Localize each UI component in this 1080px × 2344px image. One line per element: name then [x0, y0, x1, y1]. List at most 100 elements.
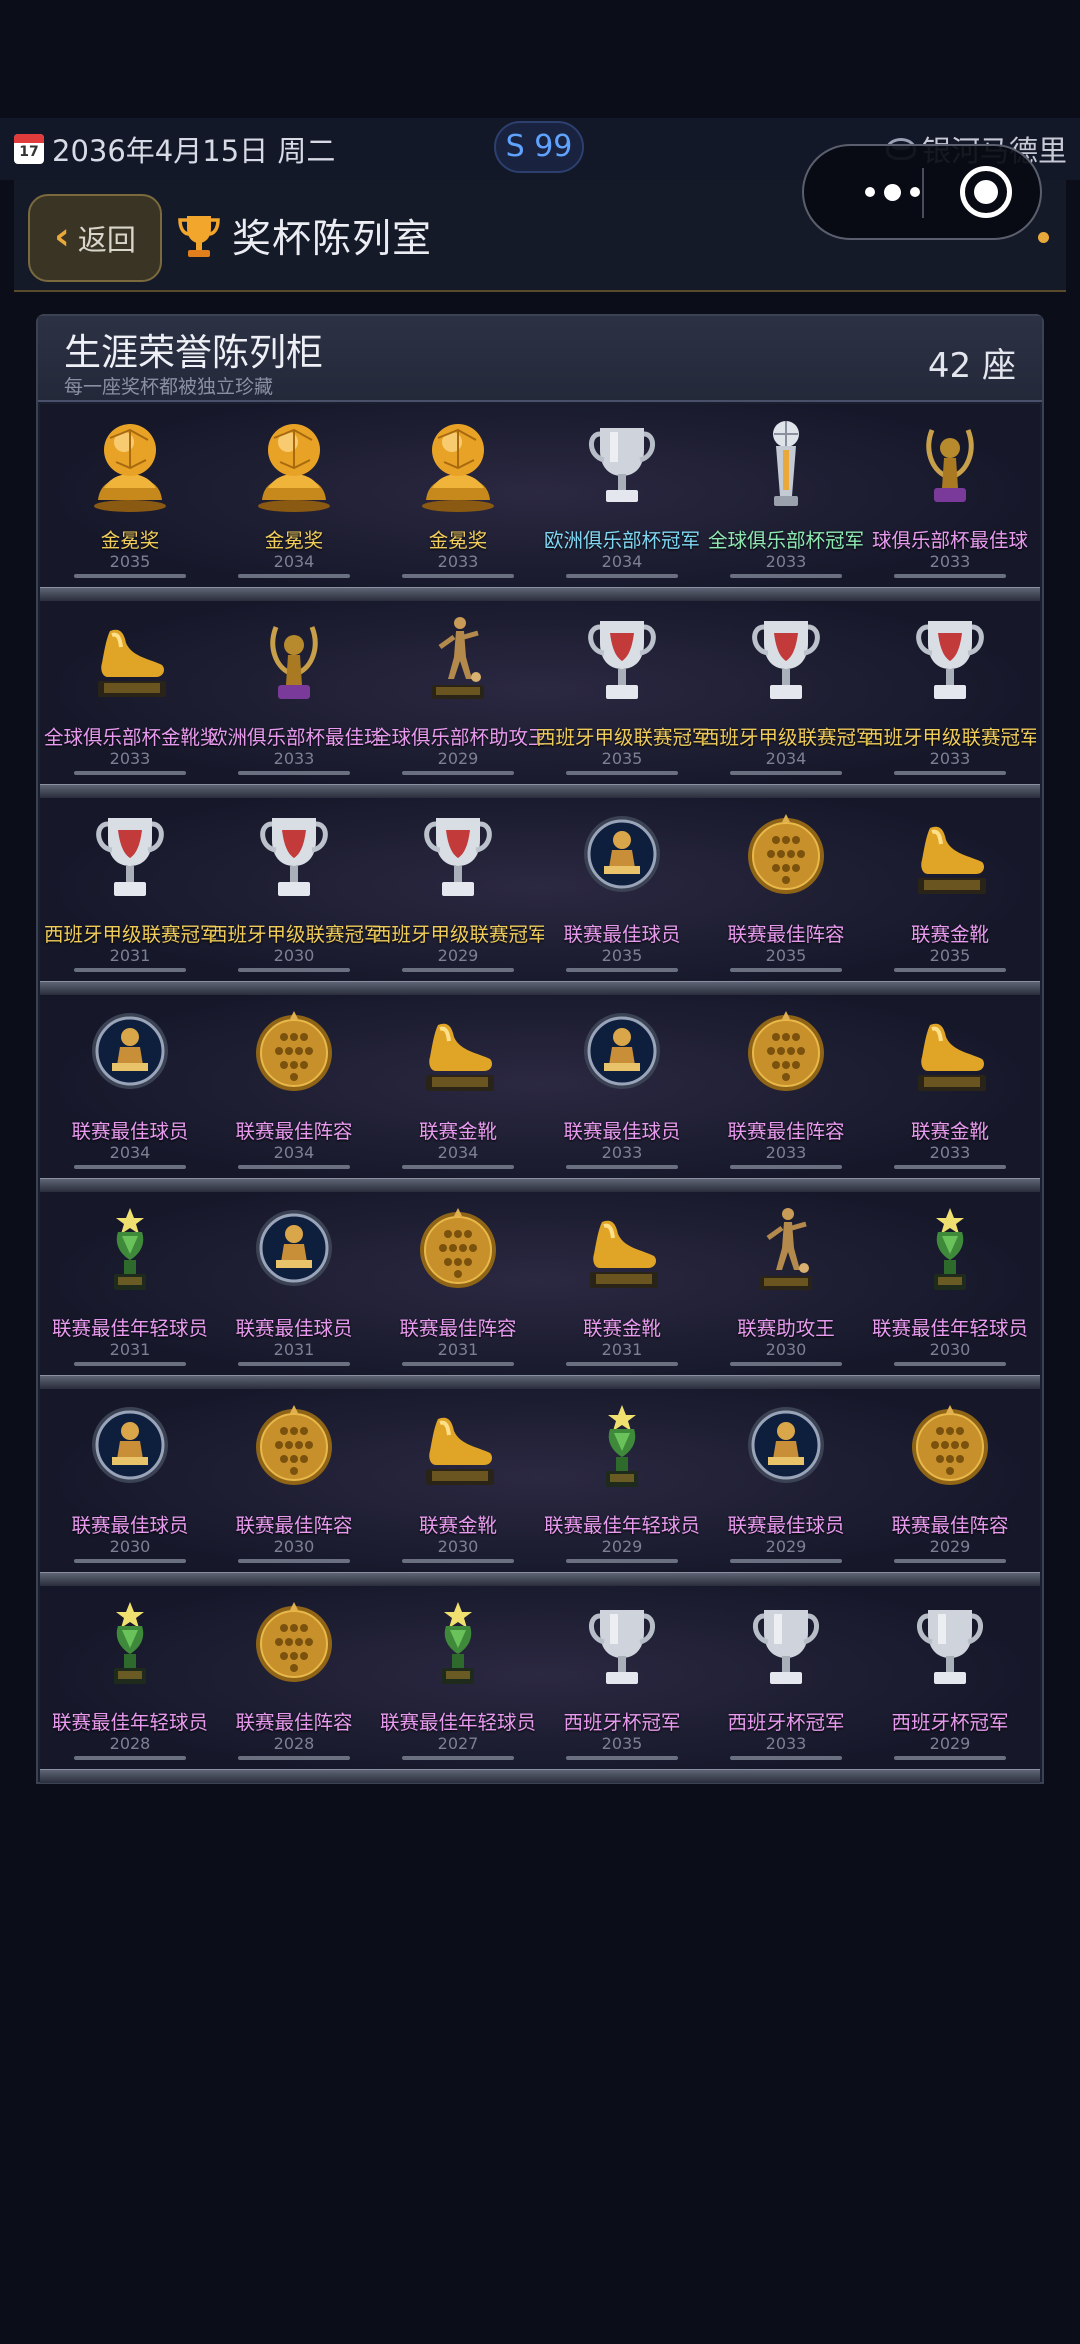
trophy-year: 2034 [273, 1143, 315, 1162]
trophy-name: 联赛最佳球员 [235, 1317, 353, 1340]
league-cup-icon [588, 621, 656, 699]
trophy-plinth [566, 1362, 678, 1366]
trophy-item[interactable]: 联赛最佳阵容 2029 [868, 1389, 1032, 1575]
league-cup-icon [916, 621, 984, 699]
trophy-plinth [730, 574, 842, 578]
trophy-year: 2029 [929, 1537, 971, 1556]
trophy-item[interactable]: 西班牙甲级联赛冠军 2034 [700, 601, 872, 787]
trophy-plinth [894, 1756, 1006, 1760]
trophy-plinth [74, 574, 186, 578]
trophy-item[interactable]: 联赛最佳球员 2029 [704, 1389, 868, 1575]
trophy-plinth [74, 968, 186, 972]
trophy-item[interactable]: 金冕奖 2033 [376, 404, 540, 590]
season-badge: S 99 [494, 121, 584, 173]
trophy-item[interactable]: 联赛最佳阵容 2033 [704, 995, 868, 1181]
date-text: 2036年4月15日 周二 [52, 134, 336, 168]
league-cup-icon [424, 818, 492, 896]
trophy-item[interactable]: 全球俱乐部杯冠军 2033 [704, 404, 868, 590]
trophy-plinth [894, 574, 1006, 578]
trophy-item[interactable]: 全球俱乐部杯金靴奖 2033 [44, 601, 216, 787]
trophy-item[interactable]: 西班牙杯冠军 2033 [704, 1586, 868, 1772]
trophy-plinth [402, 1165, 514, 1169]
trophy-item[interactable]: 联赛最佳球员 2031 [212, 1192, 376, 1378]
trophy-name: 西班牙甲级联赛冠军 [208, 923, 380, 946]
more-menu-icon[interactable] [837, 146, 947, 238]
golden-boot-icon [918, 1023, 986, 1091]
trophy-item[interactable]: 联赛最佳年轻球员 2029 [540, 1389, 704, 1575]
trophy-year: 2034 [765, 749, 807, 768]
trophy-item[interactable]: 联赛最佳年轻球员 2030 [868, 1192, 1032, 1378]
trophy-item[interactable]: 西班牙杯冠军 2029 [868, 1586, 1032, 1772]
trophy-item[interactable]: 全球俱乐部杯助攻王 2029 [372, 601, 544, 787]
trophy-item[interactable]: 联赛最佳阵容 2031 [376, 1192, 540, 1378]
trophy-item[interactable]: 联赛最佳阵容 2034 [212, 995, 376, 1181]
trophy-plinth [566, 1559, 678, 1563]
trophy-name: 联赛助攻王 [737, 1317, 835, 1340]
trophy-item[interactable]: 联赛最佳阵容 2028 [212, 1586, 376, 1772]
trophy-item[interactable]: 联赛金靴 2035 [868, 798, 1032, 984]
trophy-name: 西班牙甲级联赛冠军 [372, 923, 544, 946]
trophy-plinth [566, 1756, 678, 1760]
trophy-name: 联赛最佳球员 [563, 1120, 681, 1143]
trophy-year: 2034 [601, 552, 643, 571]
trophy-year: 2030 [765, 1340, 807, 1359]
team-medal-icon [748, 814, 824, 894]
trophy-item[interactable]: 联赛最佳年轻球员 2031 [48, 1192, 212, 1378]
young-player-trophy-icon [606, 1405, 638, 1487]
shelf-row: 联赛最佳年轻球员 2028 联赛最佳阵容 2028 联赛最佳年轻球员 2027 西班牙杯冠军… [40, 1586, 1040, 1783]
trophy-year: 2031 [109, 1340, 151, 1359]
trophy-item[interactable]: 欧洲俱乐部杯最佳球员2033 [208, 601, 380, 787]
close-miniprogram-icon[interactable] [960, 166, 1012, 218]
trophy-item[interactable]: 联赛金靴 2030 [376, 1389, 540, 1575]
trophy-plinth [730, 968, 842, 972]
trophy-year: 2030 [273, 1537, 315, 1556]
young-player-trophy-icon [442, 1602, 474, 1684]
trophy-item[interactable]: 西班牙甲级联赛冠军 2035 [536, 601, 708, 787]
golden-ball-trophy-icon [422, 424, 494, 512]
trophy-item[interactable]: 联赛最佳阵容 2035 [704, 798, 868, 984]
trophy-item[interactable]: 西班牙甲级联赛冠军 2033 [864, 601, 1036, 787]
trophy-year: 2030 [273, 946, 315, 965]
trophy-item[interactable]: 球俱乐部杯最佳球 2033 [868, 404, 1032, 590]
trophy-item[interactable]: 联赛最佳年轻球员 2028 [48, 1586, 212, 1772]
trophy-name: 联赛最佳阵容 [235, 1711, 353, 1734]
trophy-item[interactable]: 金冕奖 2035 [48, 404, 212, 590]
trophy-year: 2029 [929, 1734, 971, 1753]
trophy-year: 2030 [437, 1537, 479, 1556]
trophy-item[interactable]: 西班牙甲级联赛冠军 2030 [208, 798, 380, 984]
trophy-name: 联赛最佳球员 [563, 923, 681, 946]
trophy-year: 2033 [601, 1143, 643, 1162]
trophy-item[interactable]: 联赛金靴 2031 [540, 1192, 704, 1378]
trophy-item[interactable]: 联赛助攻王 2030 [704, 1192, 868, 1378]
trophy-item[interactable]: 联赛最佳年轻球员 2027 [376, 1586, 540, 1772]
trophy-item[interactable]: 联赛最佳阵容 2030 [212, 1389, 376, 1575]
trophy-year: 2031 [109, 946, 151, 965]
trophy-plinth [402, 1559, 514, 1563]
trophy-name: 联赛金靴 [418, 1514, 497, 1537]
trophy-year: 2027 [437, 1734, 479, 1753]
trophy-plinth [238, 1165, 350, 1169]
trophy-year: 2033 [929, 749, 971, 768]
menu-dot [909, 187, 920, 197]
trophy-item[interactable]: 联赛最佳球员 2030 [48, 1389, 212, 1575]
trophy-plinth [402, 574, 514, 578]
trophy-item[interactable]: 西班牙甲级联赛冠军 2031 [44, 798, 216, 984]
league-cup-icon [752, 621, 820, 699]
trophy-plinth [894, 1165, 1006, 1169]
trophy-item[interactable]: 联赛最佳球员 2035 [540, 798, 704, 984]
silver-cup-icon [917, 1610, 983, 1684]
shelf-board [40, 587, 1040, 601]
trophy-plinth [238, 574, 350, 578]
trophy-item[interactable]: 联赛金靴 2034 [376, 995, 540, 1181]
trophy-item[interactable]: 西班牙杯冠军 2035 [540, 1586, 704, 1772]
trophy-name: 联赛最佳阵容 [399, 1317, 517, 1340]
trophy-item[interactable]: 西班牙甲级联赛冠军 2029 [372, 798, 544, 984]
trophy-item[interactable]: 联赛金靴 2033 [868, 995, 1032, 1181]
trophy-item[interactable]: 联赛最佳球员 2034 [48, 995, 212, 1181]
trophy-item[interactable]: 联赛最佳球员 2033 [540, 995, 704, 1181]
trophy-item[interactable]: 欧洲俱乐部杯冠军 2034 [540, 404, 704, 590]
trophy-item[interactable]: 金冕奖 2034 [212, 404, 376, 590]
shelf-row: 联赛最佳年轻球员 2031 联赛最佳球员 2031 联赛最佳阵容 2031 联赛金靴 2031… [40, 1192, 1040, 1389]
trophy-plinth [894, 1362, 1006, 1366]
back-button[interactable]: ‹ 返回 [28, 194, 162, 282]
